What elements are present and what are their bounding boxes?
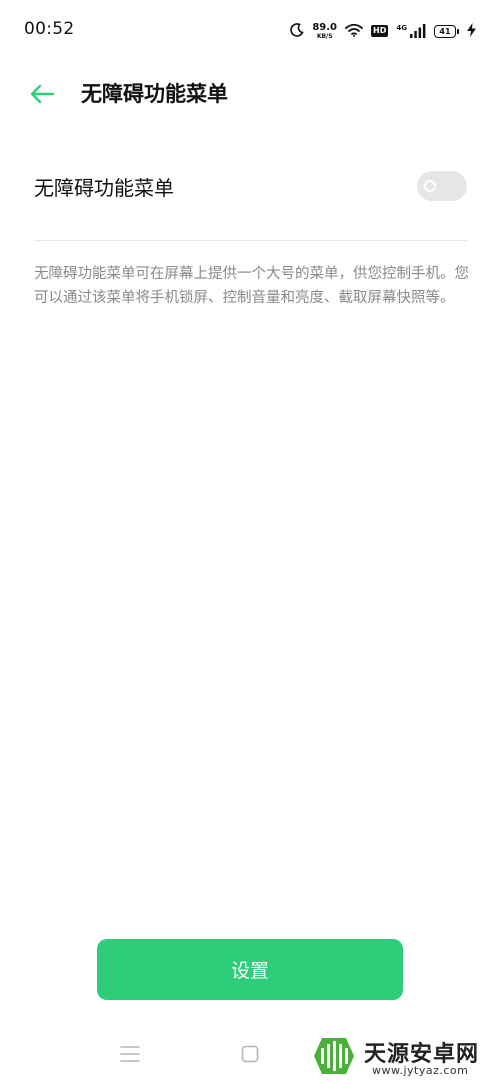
square-home-icon[interactable] [241,1045,259,1063]
watermark: 天源安卓网 www.jytyaz.com [306,1030,496,1084]
network-speed: 89.0 KB/S [312,21,338,40]
battery-icon: 41 [434,24,459,38]
watermark-logo [314,1038,354,1074]
status-bar: 00:52 89.0 KB/S HD 4G 41 [0,0,500,62]
battery-level: 41 [434,24,456,38]
charging-icon [467,22,476,41]
accessibility-menu-setting-row[interactable]: 无障碍功能菜单 [34,154,467,218]
hd-badge: HD [371,25,389,37]
page-title: 无障碍功能菜单 [81,82,228,106]
app-header: 无障碍功能菜单 [0,62,500,126]
network-type: 4G [396,24,407,32]
watermark-url: www.jytyaz.com [372,1064,469,1077]
menu-lines-icon[interactable] [120,1045,140,1063]
wifi-icon [345,22,363,41]
settings-button[interactable]: 设置 [97,939,403,1000]
status-time: 00:52 [24,19,75,39]
setting-description: 无障碍功能菜单可在屏幕上提供一个大号的菜单，供您控制手机。您可以通过该菜单将手机… [34,266,469,306]
signal-icon: 4G [396,24,426,38]
moon-icon [290,22,305,41]
toggle-knob [424,180,436,192]
setting-label: 无障碍功能菜单 [34,176,174,200]
network-speed-unit: KB/S [316,32,333,40]
status-icons: 89.0 KB/S HD 4G 41 [290,18,476,44]
divider [34,240,467,241]
accessibility-menu-toggle[interactable] [417,171,467,201]
network-speed-value: 89.0 [312,21,338,33]
back-button[interactable] [24,76,60,112]
arrow-left-icon [30,84,55,104]
